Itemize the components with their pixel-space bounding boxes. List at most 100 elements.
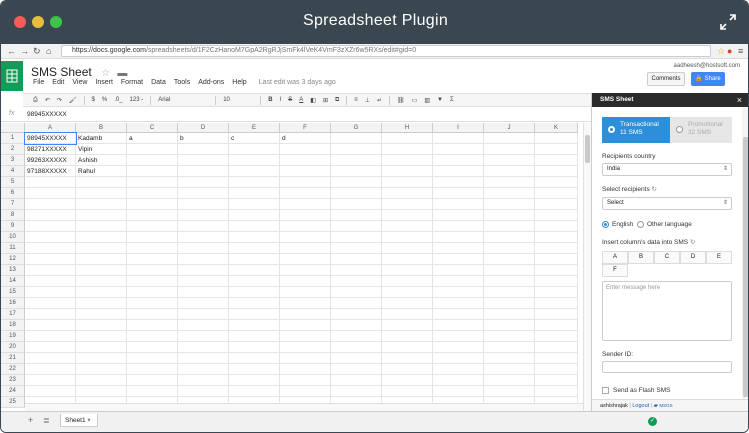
menu-addons[interactable]: Add-ons <box>198 79 224 86</box>
transactional-radio[interactable] <box>608 126 615 133</box>
cell-b2[interactable]: Vipin <box>76 144 127 155</box>
menu-icon[interactable]: ≡ <box>738 46 743 56</box>
column-header-a[interactable]: A <box>25 123 76 133</box>
cell-a1[interactable]: 98945XXXXX <box>24 132 77 145</box>
more-formats-button[interactable]: 123 - <box>130 97 144 103</box>
row-header-1[interactable]: 1 <box>1 133 25 144</box>
menu-format[interactable]: Format <box>121 79 143 86</box>
row-header-23[interactable]: 23 <box>1 375 25 386</box>
sidebar-scrollbar[interactable] <box>742 107 748 399</box>
reload-icon[interactable]: ↻ <box>33 46 41 57</box>
column-header-f[interactable]: F <box>280 123 331 133</box>
font-size-select[interactable]: 10 <box>223 97 253 103</box>
row-header-7[interactable]: 7 <box>1 199 25 210</box>
column-button-c[interactable]: C <box>654 251 680 264</box>
menu-data[interactable]: Data <box>151 79 166 86</box>
other-language-radio[interactable] <box>637 221 644 228</box>
column-header-h[interactable]: H <box>382 123 433 133</box>
column-button-d[interactable]: D <box>680 251 706 264</box>
paint-format-icon[interactable]: 🖌 <box>69 97 77 104</box>
row-header-17[interactable]: 17 <box>1 309 25 320</box>
explore-icon[interactable]: ✓ <box>648 417 657 426</box>
sheets-logo-icon[interactable] <box>1 61 23 91</box>
address-bar[interactable]: https://docs.google.com/spreadsheets/d/1… <box>61 45 711 57</box>
row-header-18[interactable]: 18 <box>1 320 25 331</box>
row-header-13[interactable]: 13 <box>1 265 25 276</box>
user-email[interactable]: aadheesh@hostsoft.com <box>674 63 740 69</box>
percent-button[interactable]: % <box>102 97 107 103</box>
menu-insert[interactable]: Insert <box>95 79 113 86</box>
extension-icon[interactable]: ● <box>727 46 732 56</box>
row-header-8[interactable]: 8 <box>1 210 25 221</box>
cell-c1[interactable]: a <box>127 133 178 144</box>
fill-color-icon[interactable]: ◧ <box>310 97 316 104</box>
column-button-a[interactable]: A <box>602 251 628 264</box>
strikethrough-button[interactable]: S <box>288 97 292 103</box>
print-icon[interactable]: ⎙ <box>33 97 38 104</box>
filter-icon[interactable]: ▼ <box>437 97 443 103</box>
merge-icon[interactable]: ⧉ <box>335 97 339 104</box>
row-header-11[interactable]: 11 <box>1 243 25 254</box>
menu-tools[interactable]: Tools <box>174 79 190 86</box>
row-header-22[interactable]: 22 <box>1 364 25 375</box>
row-header-5[interactable]: 5 <box>1 177 25 188</box>
share-button[interactable]: 🔒 Share <box>691 72 725 86</box>
row-header-9[interactable]: 9 <box>1 221 25 232</box>
undo-icon[interactable]: ↶ <box>45 97 50 104</box>
align-icon[interactable]: ≡ <box>354 97 358 103</box>
chart-icon[interactable]: ▥ <box>424 97 430 104</box>
column-button-f[interactable]: F <box>602 264 628 277</box>
italic-button[interactable]: I <box>280 97 282 103</box>
row-header-10[interactable]: 10 <box>1 232 25 243</box>
menu-file[interactable]: File <box>33 79 44 86</box>
flash-sms-checkbox[interactable] <box>602 387 609 394</box>
country-select[interactable]: India ⇕ <box>602 163 732 176</box>
cell-f1[interactable]: d <box>280 133 331 144</box>
font-select[interactable]: Arial <box>158 97 208 103</box>
valign-icon[interactable]: ⊥ <box>365 97 370 104</box>
horizontal-scrollbar[interactable] <box>25 403 583 411</box>
link-icon[interactable]: ⛓ <box>397 97 405 104</box>
cell-a4[interactable]: 97188XXXXX <box>25 166 76 177</box>
forward-icon[interactable]: → <box>20 46 29 56</box>
folder-icon[interactable]: ▬ <box>117 68 127 79</box>
row-header-12[interactable]: 12 <box>1 254 25 265</box>
column-header-i[interactable]: I <box>433 123 484 133</box>
star-doc-icon[interactable]: ☆ <box>101 68 110 79</box>
row-header-21[interactable]: 21 <box>1 353 25 364</box>
cell-b4[interactable]: Rahul <box>76 166 127 177</box>
chevron-down-icon[interactable]: ▾ <box>87 417 90 424</box>
star-icon[interactable]: ☆ <box>717 46 725 57</box>
column-header-b[interactable]: B <box>76 123 127 133</box>
promotional-option[interactable]: Promotional 32 SMS <box>670 117 732 143</box>
refresh-icon[interactable]: ↻ <box>690 239 695 246</box>
text-color-button[interactable]: A <box>299 97 303 103</box>
row-header-16[interactable]: 16 <box>1 298 25 309</box>
transactional-option[interactable]: Transactional 11 SMS <box>602 117 670 143</box>
sheet-list-icon[interactable]: ≣ <box>43 416 50 425</box>
add-sheet-icon[interactable]: + <box>28 415 33 425</box>
cell-b1[interactable]: Kadamb <box>76 133 127 144</box>
row-header-20[interactable]: 20 <box>1 342 25 353</box>
column-button-e[interactable]: E <box>706 251 732 264</box>
decimal-button[interactable]: .0_ <box>114 97 122 103</box>
functions-button[interactable]: Σ <box>450 97 454 103</box>
row-header-4[interactable]: 4 <box>1 166 25 177</box>
sidebar-scroll-thumb[interactable] <box>743 137 748 397</box>
expand-icon[interactable] <box>720 14 736 30</box>
row-header-14[interactable]: 14 <box>1 276 25 287</box>
row-header-15[interactable]: 15 <box>1 287 25 298</box>
cell-e1[interactable]: c <box>229 133 280 144</box>
formula-input[interactable]: 98945XXXXX <box>27 111 67 118</box>
cell-a3[interactable]: 99263XXXXX <box>25 155 76 166</box>
close-sidebar-icon[interactable]: × <box>737 93 742 107</box>
scroll-thumb[interactable] <box>585 135 590 163</box>
spreadsheet-grid[interactable]: A B C D E F G H I J K 1 2 3 4 5 6 7 8 9 10 11 12 13 14 15 16 17 18 19… <box>1 123 591 411</box>
row-header-24[interactable]: 24 <box>1 386 25 397</box>
row-header-25[interactable]: 25 <box>1 397 25 408</box>
document-title[interactable]: SMS Sheet ☆ ▬ <box>31 65 127 79</box>
column-header-e[interactable]: E <box>229 123 280 133</box>
cell-a2[interactable]: 98271XXXXX <box>25 144 76 155</box>
sender-id-input[interactable] <box>602 361 732 373</box>
sheet-tab[interactable]: Sheet1 ▾ <box>60 414 98 427</box>
